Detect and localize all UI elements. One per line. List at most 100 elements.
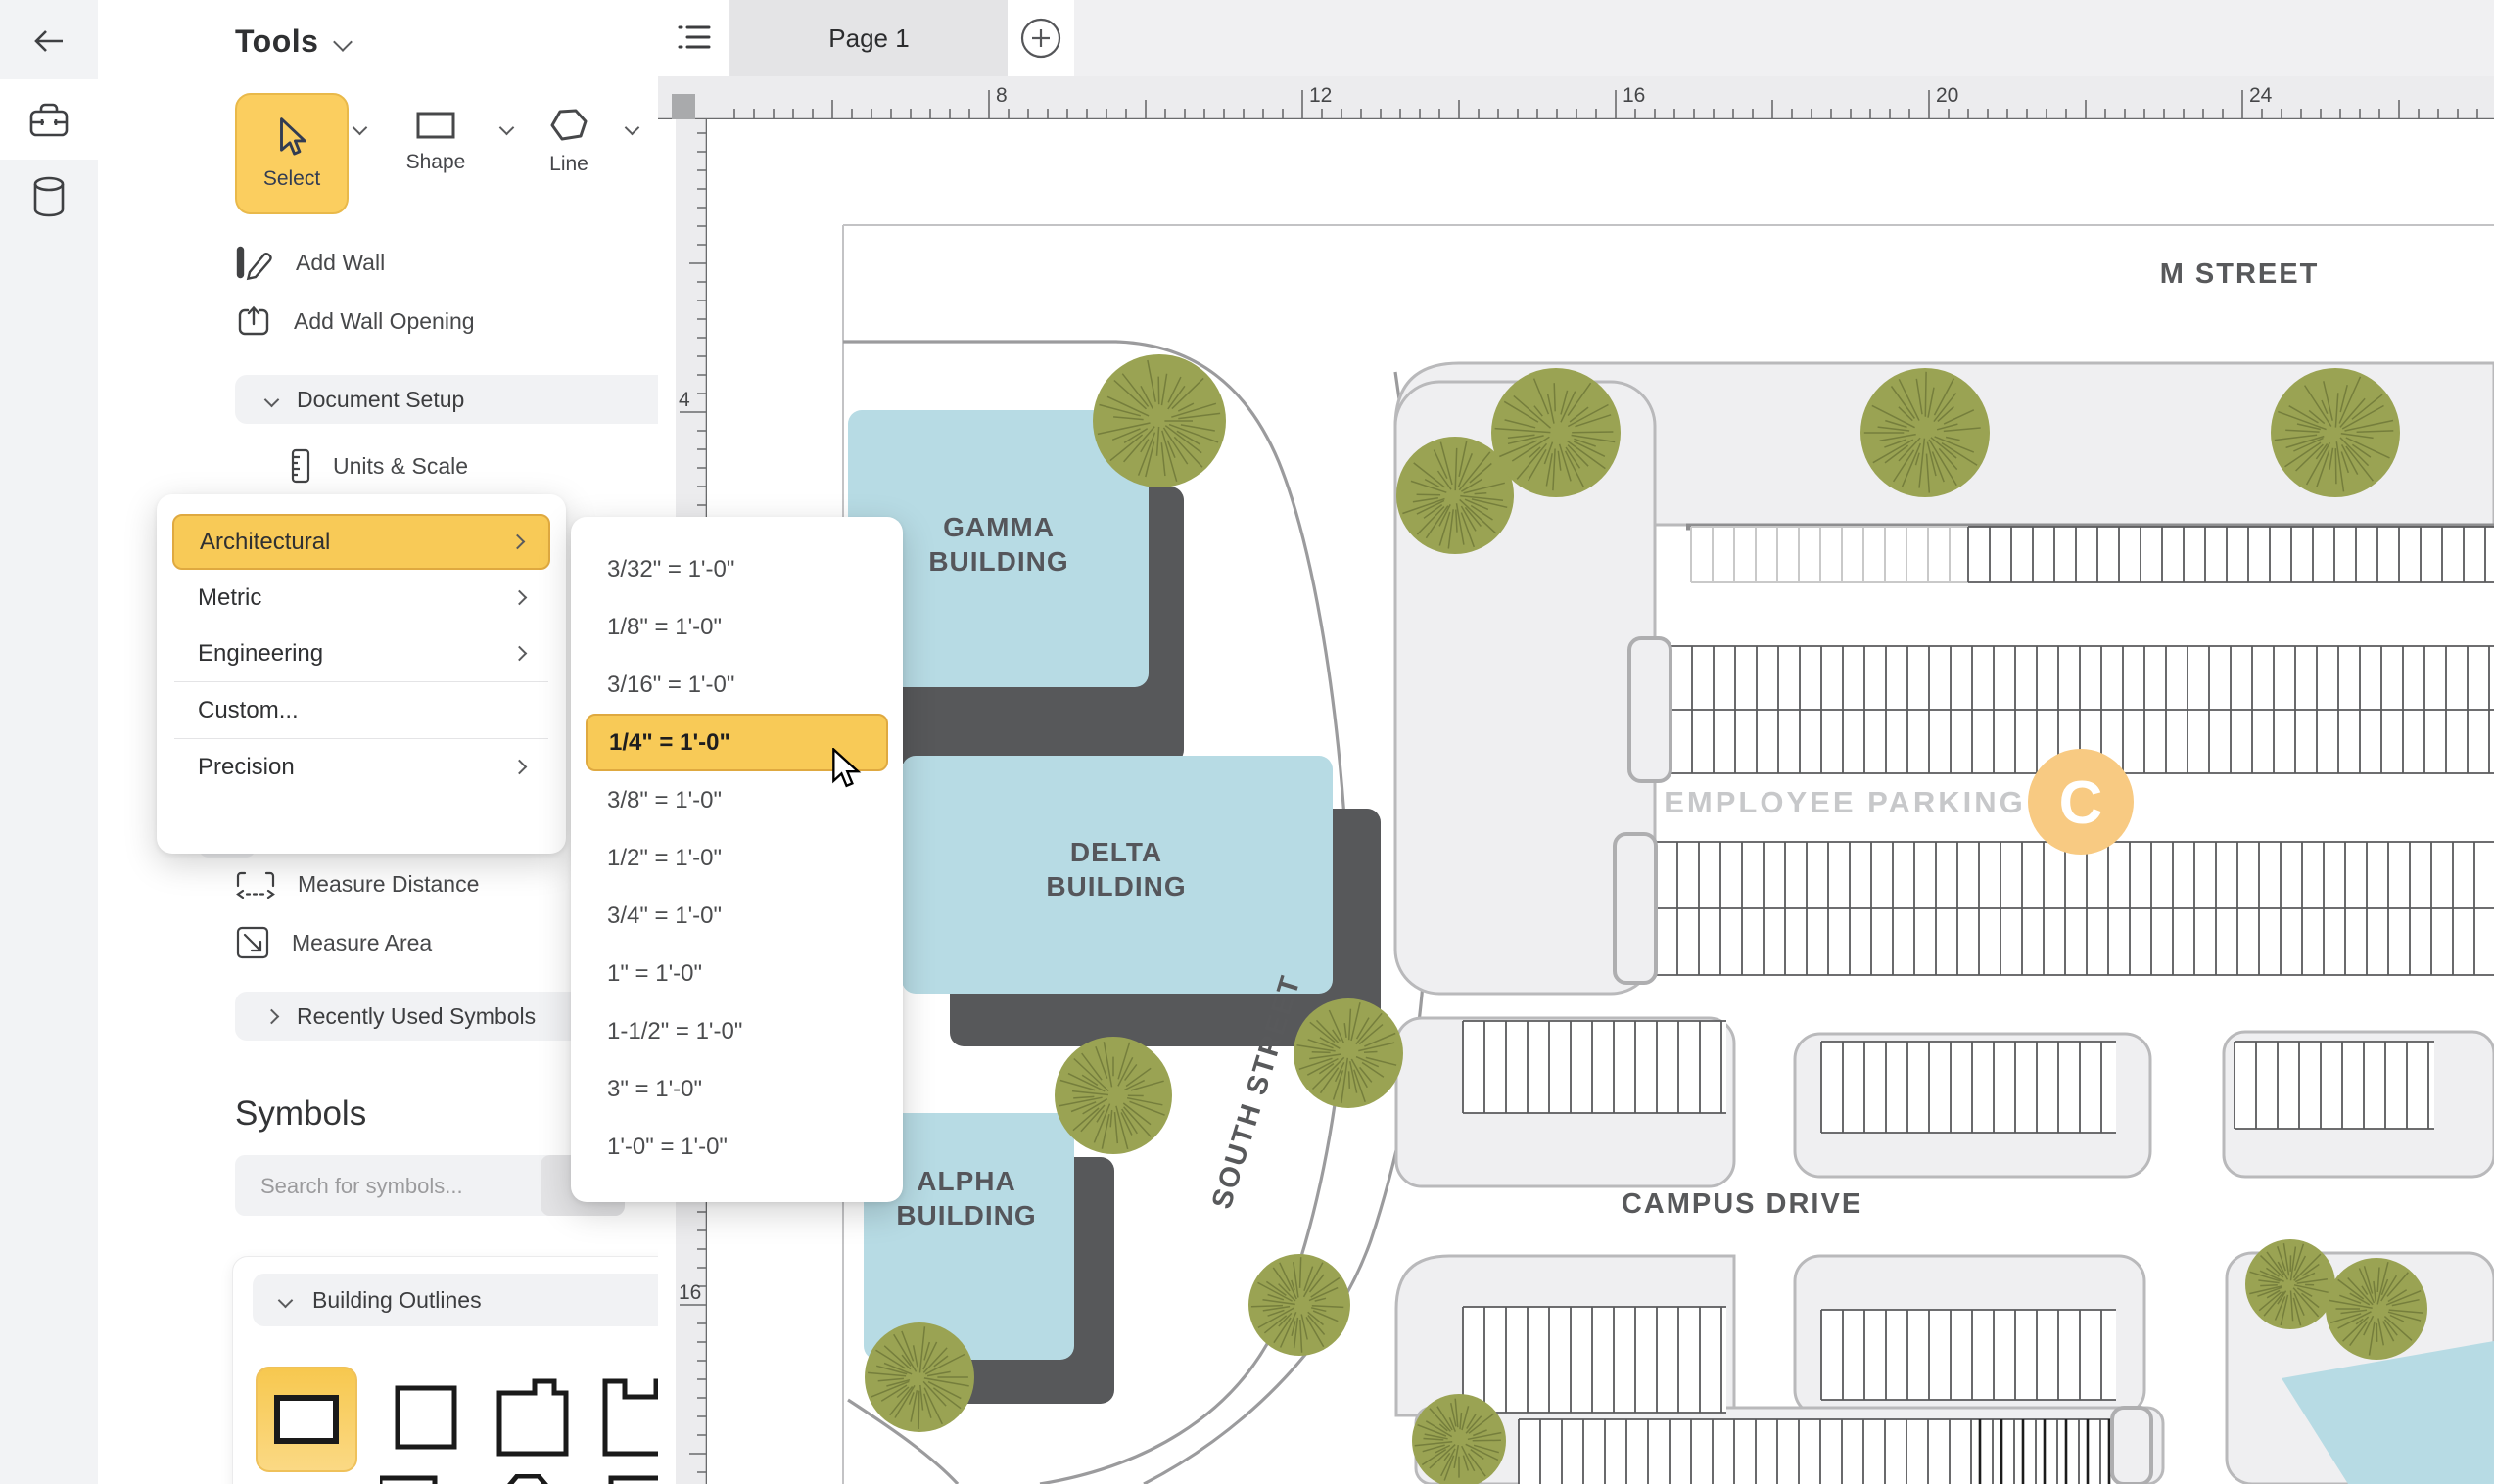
scale-option-0[interactable]: 3/32" = 1'-0": [586, 540, 888, 598]
scale-option-label: 3/16" = 1'-0": [607, 672, 734, 699]
site-plan-canvas[interactable]: GAMMABUILDINGDELTABUILDINGALPHABUILDINGC…: [658, 0, 2494, 1484]
page-list-button[interactable]: [658, 0, 730, 76]
toolbox-icon: [26, 98, 71, 141]
scale-option-label: 1/2" = 1'-0": [607, 845, 722, 872]
add-page-button[interactable]: [1008, 0, 1074, 76]
tree: [1093, 354, 1226, 487]
page-tab[interactable]: Page 1: [730, 0, 1008, 76]
parking-stalls: [1968, 527, 2494, 582]
v-ruler-label: 16: [679, 1281, 701, 1304]
parking-island: [2112, 1408, 2151, 1484]
document-setup-label: Document Setup: [297, 387, 464, 413]
building-label-line: BUILDING: [928, 546, 1068, 577]
scale-option-1[interactable]: 1/8" = 1'-0": [586, 598, 888, 656]
zone-marker-c[interactable]: C: [2028, 749, 2134, 855]
parking-stalls: [1519, 1419, 2140, 1484]
building-outlines-header[interactable]: Building Outlines: [253, 1274, 715, 1326]
scale-option-4[interactable]: 3/8" = 1'-0": [586, 771, 888, 829]
symbol-building-rect[interactable]: [256, 1367, 357, 1472]
scale-option-8[interactable]: 1-1/2" = 1'-0": [586, 1002, 888, 1060]
rail-item-toolbox[interactable]: [0, 85, 98, 154]
parking-stalls: [2235, 1042, 2434, 1129]
building-label-line: BUILDING: [896, 1200, 1036, 1230]
scale-option-7[interactable]: 1" = 1'-0": [586, 945, 888, 1002]
add-wall-row[interactable]: Add Wall: [235, 238, 385, 287]
chevron-down-icon: [334, 32, 353, 52]
measure-distance-row[interactable]: Measure Distance: [235, 859, 479, 908]
building-label-line: DELTA: [1070, 837, 1162, 867]
chevron-down-icon: [264, 392, 280, 407]
menu-item-architectural[interactable]: Architectural: [172, 514, 550, 570]
chevron-right-icon: [264, 1008, 280, 1024]
chevron-down-icon: [278, 1292, 294, 1308]
panel-title[interactable]: Tools: [235, 23, 350, 60]
tree: [1860, 368, 1990, 497]
units-scale-row[interactable]: Units & Scale: [290, 441, 468, 490]
parking-stalls: [1463, 1021, 1726, 1113]
building-label-line: ALPHA: [917, 1166, 1015, 1196]
add-wall-opening-label: Add Wall Opening: [294, 308, 475, 335]
scale-option-label: 3/32" = 1'-0": [607, 556, 734, 583]
parking-island: [1629, 638, 1671, 781]
symbol-row2-partial: [380, 1474, 674, 1484]
document-setup-header[interactable]: Document Setup: [235, 375, 722, 424]
measure-distance-label: Measure Distance: [298, 871, 479, 898]
symbol-search-input[interactable]: [235, 1155, 556, 1218]
floor-plan-app: { "rail": {"back": "back", "toolbox": "t…: [0, 0, 2494, 1484]
street-label-campus: CAMPUS DRIVE: [1622, 1188, 1862, 1220]
tool-select-label: Select: [263, 167, 320, 191]
scale-option-label: 1-1/2" = 1'-0": [607, 1018, 742, 1045]
building[interactable]: DELTABUILDING: [902, 756, 1381, 1046]
tool-select[interactable]: Select: [235, 93, 349, 214]
tree: [2245, 1239, 2335, 1329]
employee-parking-label: EMPLOYEE PARKING: [1664, 785, 2026, 819]
scale-option-10[interactable]: 1'-0" = 1'-0": [586, 1118, 888, 1176]
horizontal-ruler: 812162024: [658, 76, 2494, 119]
menu-item-precision[interactable]: Precision: [172, 739, 550, 795]
symbol-building-square[interactable]: [377, 1367, 475, 1468]
page-tab-label: Page 1: [828, 23, 909, 54]
scale-option-3[interactable]: 1/4" = 1'-0": [586, 714, 888, 771]
tool-line[interactable]: Line: [527, 108, 611, 176]
menu-item-custom-[interactable]: Custom...: [172, 682, 550, 738]
line-dropdown-chevron[interactable]: [625, 120, 640, 136]
database-icon: [27, 174, 71, 221]
back-button[interactable]: [0, 7, 98, 75]
scale-option-label: 3/8" = 1'-0": [607, 787, 722, 814]
drawing-canvas-area: GAMMABUILDINGDELTABUILDINGALPHABUILDINGC…: [658, 0, 2494, 1484]
shape-dropdown-chevron[interactable]: [499, 120, 515, 136]
recently-used-label: Recently Used Symbols: [297, 1003, 536, 1030]
zone-marker-label: C: [2059, 769, 2103, 837]
menu-item-engineering[interactable]: Engineering: [172, 626, 550, 681]
add-wall-opening-row[interactable]: Add Wall Opening: [235, 297, 475, 346]
menu-item-label: Precision: [198, 754, 295, 781]
add-wall-icon: [235, 244, 274, 281]
parking-island: [1615, 834, 1656, 983]
chevron-right-icon: [512, 760, 528, 775]
symbol-search: [235, 1155, 625, 1216]
scale-option-5[interactable]: 1/2" = 1'-0": [586, 829, 888, 887]
menu-item-metric[interactable]: Metric: [172, 570, 550, 626]
measure-distance-icon: [235, 869, 276, 899]
h-ruler-label: 24: [2249, 84, 2273, 107]
scale-option-label: 1'-0" = 1'-0": [607, 1134, 728, 1161]
select-cursor-icon: [275, 116, 308, 158]
scale-option-2[interactable]: 3/16" = 1'-0": [586, 656, 888, 714]
add-wall-opening-icon: [235, 302, 272, 340]
parking-stalls: [1691, 527, 1968, 582]
page-list-icon: [678, 23, 711, 53]
page-tab-bar: Page 1: [658, 0, 2494, 76]
tool-shape[interactable]: Shape: [392, 110, 480, 174]
tree: [1491, 368, 1621, 497]
units-scale-context-menu: ArchitecturalMetricEngineeringCustom... P…: [157, 494, 566, 854]
chevron-right-icon: [510, 534, 526, 550]
scale-option-6[interactable]: 3/4" = 1'-0": [586, 887, 888, 945]
add-wall-label: Add Wall: [296, 250, 385, 276]
measure-area-row[interactable]: Measure Area: [235, 918, 432, 967]
select-dropdown-chevron[interactable]: [353, 120, 368, 136]
scale-option-9[interactable]: 3" = 1'-0": [586, 1060, 888, 1118]
rail-item-shape-data[interactable]: [0, 163, 98, 232]
symbol-building-tab[interactable]: [486, 1367, 580, 1468]
street-label-m: M STREET: [2160, 258, 2320, 290]
back-arrow-icon: [27, 20, 71, 63]
